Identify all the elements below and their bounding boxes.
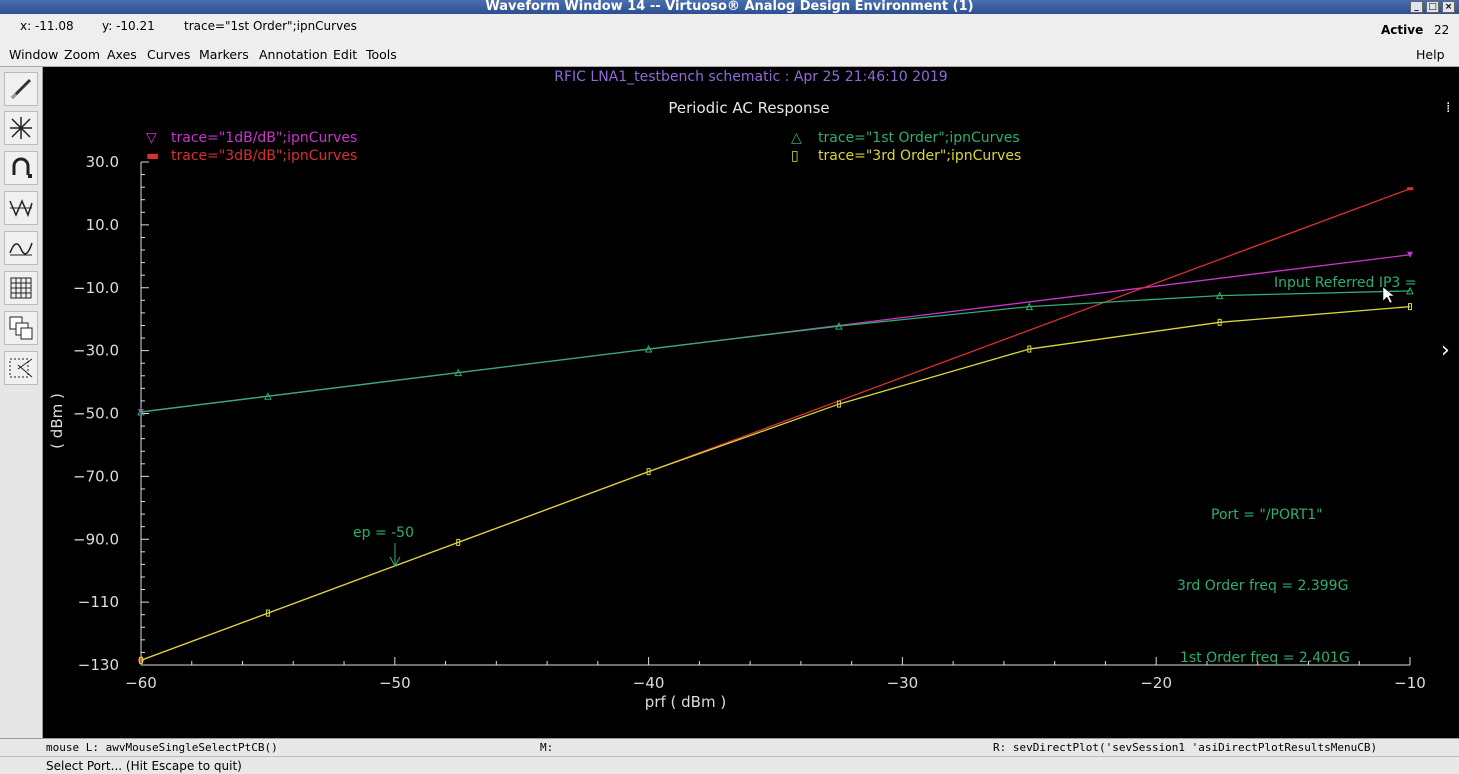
zoom-fit-tool-button[interactable] xyxy=(4,111,38,145)
active-label: Active xyxy=(1381,23,1424,37)
multi-window-tool-button[interactable] xyxy=(4,311,38,345)
pencil-icon xyxy=(10,78,32,100)
plot-header: RFIC LNA1_testbench schematic : Apr 25 2… xyxy=(554,69,947,85)
y-tick-label: 10.0 xyxy=(86,216,119,234)
menu-markers[interactable]: Markers xyxy=(199,47,249,62)
menu-edit[interactable]: Edit xyxy=(333,47,357,62)
mouse-right-binding: R: sevDirectPlot('sevSession1 'asiDirect… xyxy=(993,741,1378,754)
window-title: Waveform Window 14 -- Virtuoso® Analog D… xyxy=(485,0,974,14)
x-axis-label: prf ( dBm ) xyxy=(645,693,726,711)
y-tick-label: −110 xyxy=(78,593,119,611)
menu-window[interactable]: Window xyxy=(9,47,58,62)
x-tick-label: −50 xyxy=(379,674,411,692)
close-button[interactable]: × xyxy=(1442,1,1455,13)
y-tick-label: 30.0 xyxy=(86,153,119,171)
scissors-tool-button[interactable] xyxy=(4,351,38,385)
plot-background xyxy=(43,67,1459,738)
legend-label-1st-order[interactable]: trace="1st Order";ipnCurves xyxy=(818,130,1020,146)
ep-annotation: ep = -50 xyxy=(353,525,414,541)
cursor-x-readout: x: -11.08 xyxy=(20,19,74,33)
menu-annotation[interactable]: Annotation xyxy=(259,47,328,62)
mouse-binding-bar: mouse L: awvMouseSingleSelectPtCB() M: R… xyxy=(0,738,1459,757)
y-axis-label: ( dBm ) xyxy=(48,393,66,449)
cursor-y-readout: y: -10.21 xyxy=(102,19,155,33)
y-tick-label: −70.0 xyxy=(73,467,119,485)
prompt-bar: Select Port... (Hit Escape to quit) xyxy=(0,756,1459,774)
maximize-button[interactable]: □ xyxy=(1426,1,1439,13)
table-icon xyxy=(10,277,32,299)
y-tick-label: −30.0 xyxy=(73,342,119,360)
data-point xyxy=(1407,187,1413,191)
cursor-trace-readout: trace="1st Order";ipnCurves xyxy=(184,19,357,33)
expand-arrow-icon[interactable]: › xyxy=(1441,338,1450,363)
magnet-icon xyxy=(12,157,32,178)
table-tool-button[interactable] xyxy=(4,271,38,305)
freq-1st-annotation: 1st Order freq = 2.401G xyxy=(1180,650,1350,666)
scissors-icon xyxy=(9,358,33,378)
x-tick-label: −10 xyxy=(1394,674,1426,692)
menu-help[interactable]: Help xyxy=(1416,47,1445,62)
freq-3rd-annotation: 3rd Order freq = 2.399G xyxy=(1177,578,1348,594)
x-tick-label: −40 xyxy=(633,674,665,692)
mouse-middle-binding: M: xyxy=(540,741,554,754)
menu-curves[interactable]: Curves xyxy=(147,47,190,62)
active-window-number: 22 xyxy=(1434,23,1450,37)
legend-marker-1db: ▽ xyxy=(146,130,157,146)
port-annotation: Port = "/PORT1" xyxy=(1211,507,1323,523)
coordinate-bar: x: -11.08 y: -10.21 trace="1st Order";ip… xyxy=(0,14,1459,44)
magnet-tool-button[interactable] xyxy=(4,151,38,185)
x-tick-label: −20 xyxy=(1140,674,1172,692)
mouse-left-binding: mouse L: awvMouseSingleSelectPtCB() xyxy=(46,741,278,754)
more-glyph-icon: ⁞ xyxy=(1446,100,1450,116)
y-tick-label: −50.0 xyxy=(73,405,119,423)
waveform-composite-tool-button[interactable] xyxy=(4,231,38,265)
x-tick-label: −60 xyxy=(125,674,157,692)
legend-label-1db[interactable]: trace="1dB/dB";ipnCurves xyxy=(171,130,357,146)
menu-axes[interactable]: Axes xyxy=(107,47,137,62)
menu-bar: Window Zoom Axes Curves Markers Annotati… xyxy=(0,44,1459,67)
legend-label-3db[interactable]: trace="3dB/dB";ipnCurves xyxy=(171,148,357,164)
x-tick-label: −30 xyxy=(887,674,919,692)
legend-marker-3rd-order: ▯ xyxy=(791,148,799,164)
chart-title: Periodic AC Response xyxy=(668,99,829,117)
minimize-button[interactable]: _ xyxy=(1410,1,1423,13)
menu-tools[interactable]: Tools xyxy=(366,47,397,62)
y-tick-label: −90.0 xyxy=(73,530,119,548)
pencil-tool-button[interactable] xyxy=(4,72,38,106)
strip-split-icon xyxy=(9,199,33,218)
menu-zoom[interactable]: Zoom xyxy=(64,47,100,62)
tool-palette xyxy=(0,67,43,738)
y-tick-label: −10.0 xyxy=(73,279,119,297)
legend-marker-1st-order: △ xyxy=(791,130,802,146)
legend-label-3rd-order[interactable]: trace="3rd Order";ipnCurves xyxy=(818,148,1021,164)
waveform-composite-icon xyxy=(9,242,33,256)
plot-area[interactable]: RFIC LNA1_testbench schematic : Apr 25 2… xyxy=(43,67,1459,738)
window-title-bar: Waveform Window 14 -- Virtuoso® Analog D… xyxy=(0,0,1459,14)
strip-split-tool-button[interactable] xyxy=(4,191,38,225)
y-tick-label: −130 xyxy=(78,656,119,674)
prompt-text: Select Port... (Hit Escape to quit) xyxy=(46,759,242,773)
zoom-fit-icon xyxy=(10,117,32,139)
ip3-annotation: Input Referred IP3 = xyxy=(1274,275,1417,291)
multi-window-icon xyxy=(9,316,33,340)
